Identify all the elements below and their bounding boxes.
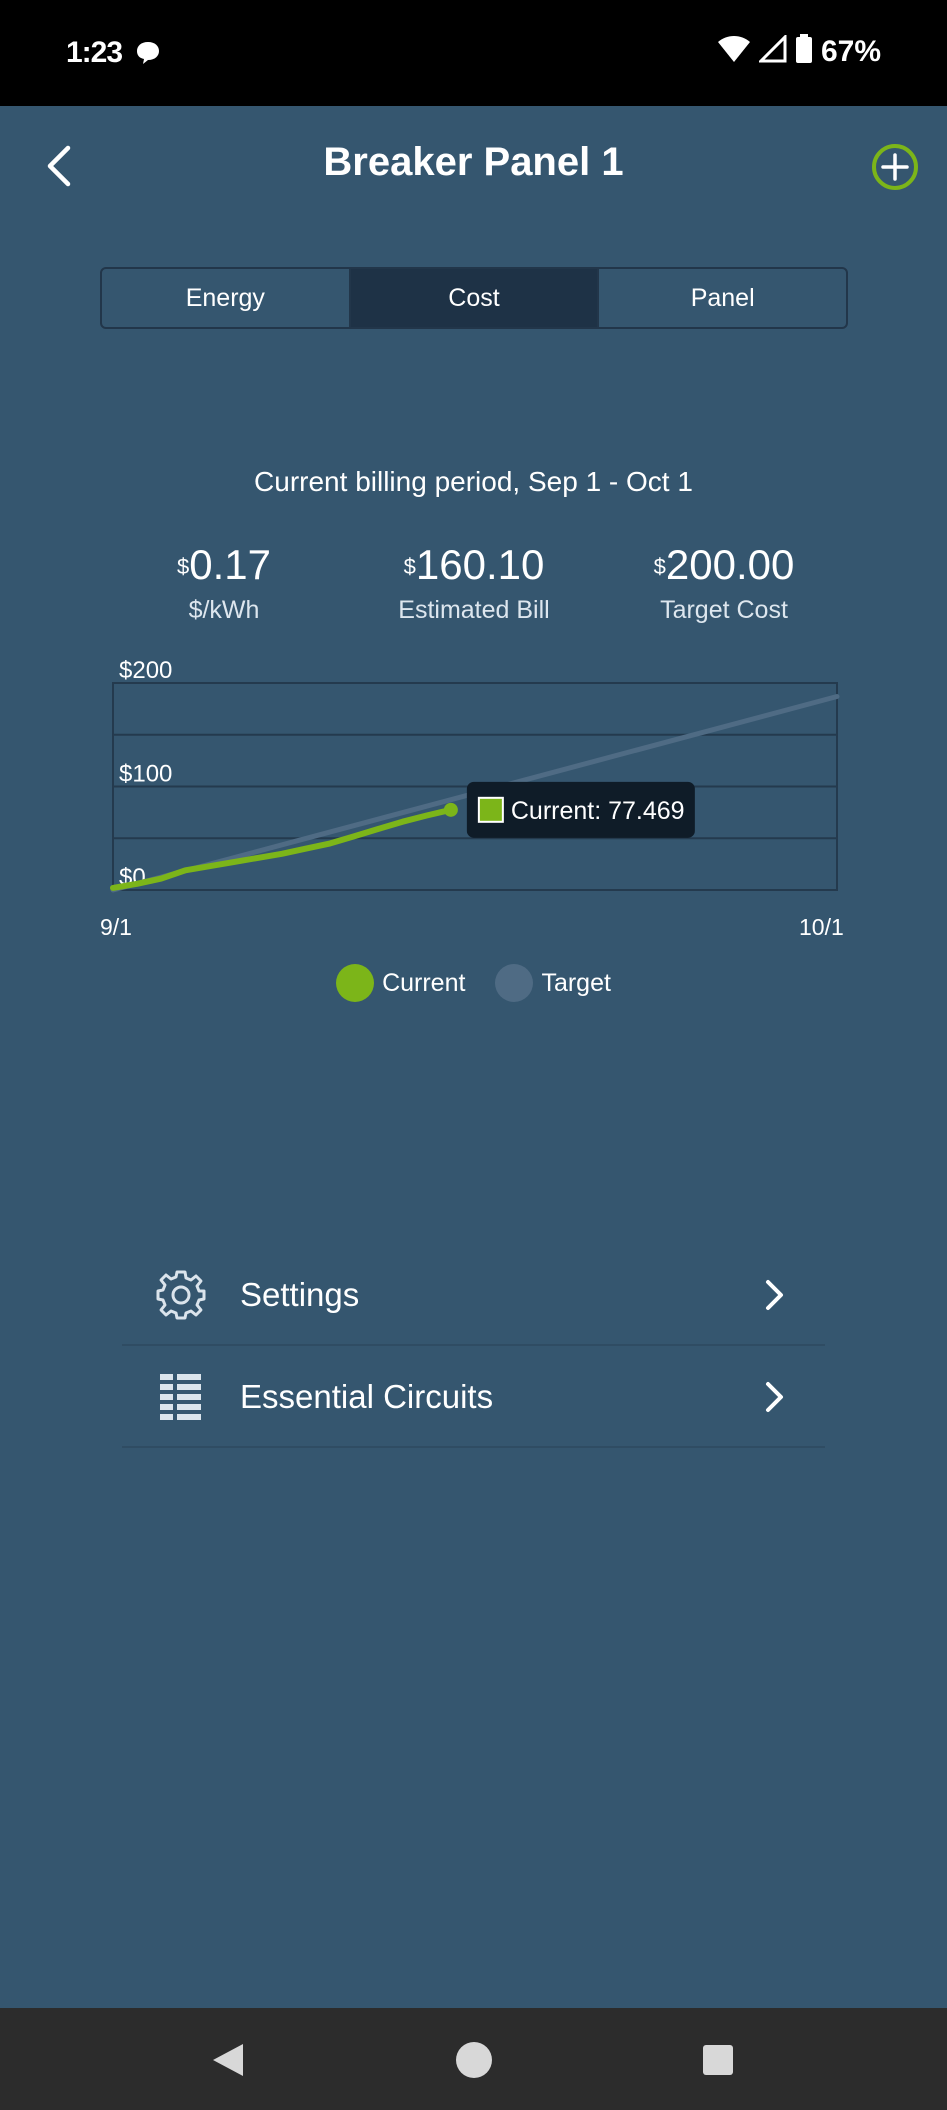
- system-nav-bar: [0, 2008, 947, 2110]
- triangle-back-icon: [213, 2044, 243, 2076]
- rate-stat: $0.17 $/kWh: [94, 540, 354, 625]
- x-axis-start-label: 9/1: [100, 914, 132, 940]
- chevron-right-icon: [760, 1380, 788, 1414]
- tooltip-text: Current: 77.469: [511, 797, 685, 825]
- plus-circle-icon: [872, 144, 918, 190]
- y-tick-label: $100: [119, 761, 172, 788]
- status-time: 1:23: [66, 36, 123, 69]
- currency-symbol: $: [177, 554, 190, 579]
- target-cost-label: Target Cost: [660, 596, 788, 624]
- x-axis-end-label: 10/1: [799, 914, 844, 940]
- tab-panel[interactable]: Panel: [597, 269, 846, 327]
- target-cost-stat: $200.00 Target Cost: [594, 540, 854, 625]
- estimated-bill-amount: 160.10: [415, 541, 545, 588]
- add-button[interactable]: [870, 142, 920, 192]
- battery-percent: 67%: [820, 34, 881, 68]
- nav-recents-button[interactable]: [702, 2044, 734, 2081]
- cell-signal-icon: [757, 33, 787, 68]
- circle-home-icon: [456, 2042, 492, 2078]
- rate-value: $0.17: [94, 540, 354, 590]
- gear-icon: [154, 1268, 208, 1322]
- data-point-current: [443, 802, 458, 817]
- y-tick-label: $200: [119, 657, 172, 684]
- tab-energy[interactable]: Energy: [102, 269, 349, 327]
- legend-item-target[interactable]: Target: [495, 964, 611, 1002]
- rate-amount: 0.17: [189, 541, 271, 588]
- currency-symbol: $: [653, 554, 666, 579]
- billing-period-label: Current billing period, Sep 1 - Oct 1: [254, 466, 693, 497]
- chart-legend: Current Target: [0, 964, 947, 1002]
- list-grid-icon: [154, 1370, 208, 1424]
- target-cost-amount: 200.00: [665, 541, 795, 588]
- target-cost-value: $200.00: [594, 540, 854, 590]
- square-recents-icon: [703, 2045, 733, 2075]
- menu-label-essential-circuits: Essential Circuits: [240, 1378, 494, 1415]
- battery-icon: [795, 34, 813, 69]
- estimated-bill-stat: $160.10 Estimated Bill: [344, 540, 604, 625]
- menu-item-essential-circuits[interactable]: Essential Circuits: [122, 1346, 825, 1448]
- chat-notification-icon: [135, 40, 161, 71]
- legend-swatch-target: [495, 964, 534, 1002]
- status-indicators: 67%: [717, 33, 881, 69]
- app-bar: Breaker Panel 1: [0, 106, 947, 226]
- legend-swatch-current: [336, 964, 375, 1002]
- legend-item-current[interactable]: Current: [336, 964, 465, 1002]
- tab-cost[interactable]: Cost: [348, 269, 598, 327]
- menu-item-settings[interactable]: Settings: [122, 1244, 825, 1346]
- status-bar: 1:23 67%: [0, 0, 947, 106]
- rate-label: $/kWh: [188, 596, 260, 624]
- panel-menu: Settings Essential Circuits: [122, 1244, 825, 1448]
- chevron-right-icon: [760, 1278, 788, 1312]
- view-tabs: Energy Cost Panel: [100, 267, 848, 329]
- cost-chart[interactable]: $0$100$200Current: 77.469: [0, 640, 947, 960]
- estimated-bill-label: Estimated Bill: [398, 596, 550, 624]
- legend-label-current: Current: [382, 968, 466, 997]
- nav-back-button[interactable]: [210, 2042, 246, 2083]
- currency-symbol: $: [403, 554, 416, 579]
- nav-home-button[interactable]: [454, 2040, 494, 2085]
- tooltip-swatch: [477, 796, 504, 823]
- legend-label-target: Target: [541, 968, 611, 997]
- page-title: Breaker Panel 1: [323, 140, 624, 184]
- menu-label-settings: Settings: [240, 1276, 360, 1313]
- wifi-icon: [717, 35, 751, 68]
- estimated-bill-value: $160.10: [344, 540, 604, 590]
- series-line-current: [110, 806, 454, 891]
